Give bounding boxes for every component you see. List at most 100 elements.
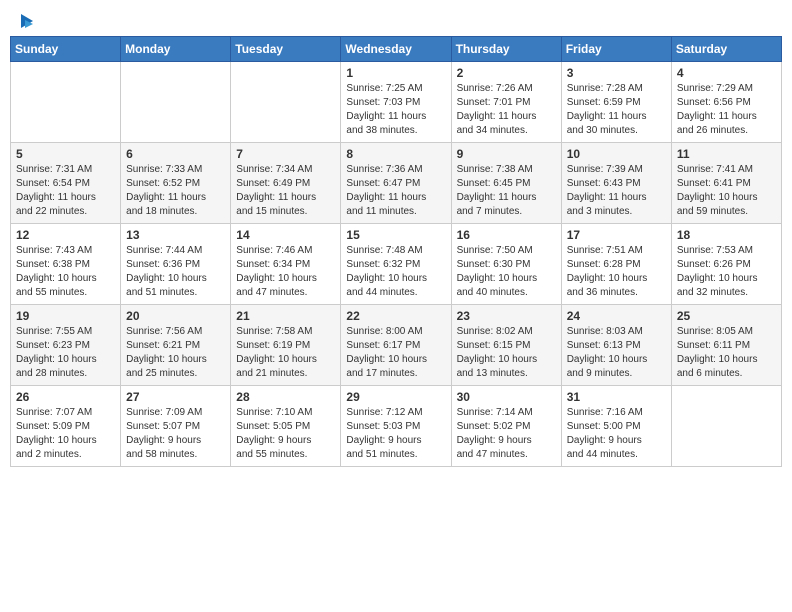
day-detail: Sunrise: 7:33 AM Sunset: 6:52 PM Dayligh… — [126, 163, 225, 219]
calendar-week-row: 5 Sunrise: 7:31 AM Sunset: 6:54 PM Daylig… — [11, 143, 782, 224]
day-number: 6 — [126, 147, 225, 161]
calendar-cell: 11Sunrise: 7:41 AM Sunset: 6:41 PM Dayli… — [671, 143, 781, 224]
calendar-cell: 24 Sunrise: 8:03 AM Sunset: 6:13 PM Dayli… — [561, 305, 671, 386]
weekday-header: Saturday — [671, 37, 781, 62]
day-detail: Sunrise: 7:50 AM Sunset: 6:30 PM Dayligh… — [457, 244, 556, 300]
calendar-cell: 1Sunrise: 7:25 AM Sunset: 7:03 PM Daylig… — [341, 62, 451, 143]
day-detail: Sunrise: 7:51 AM Sunset: 6:28 PM Dayligh… — [567, 244, 666, 300]
day-number: 18 — [677, 228, 776, 242]
calendar-cell: 26 Sunrise: 7:07 AM Sunset: 5:09 PM Dayli… — [11, 386, 121, 467]
calendar-cell: 6 Sunrise: 7:33 AM Sunset: 6:52 PM Daylig… — [121, 143, 231, 224]
calendar-cell — [671, 386, 781, 467]
calendar-cell: 2 Sunrise: 7:26 AM Sunset: 7:01 PM Daylig… — [451, 62, 561, 143]
calendar-cell: 30 Sunrise: 7:14 AM Sunset: 5:02 PM Dayli… — [451, 386, 561, 467]
day-detail: Sunrise: 7:31 AM Sunset: 6:54 PM Dayligh… — [16, 163, 115, 219]
calendar-week-row: 19 Sunrise: 7:55 AM Sunset: 6:23 PM Dayli… — [11, 305, 782, 386]
calendar-week-row: 12Sunrise: 7:43 AM Sunset: 6:38 PM Dayli… — [11, 224, 782, 305]
calendar-cell: 20Sunrise: 7:56 AM Sunset: 6:21 PM Dayli… — [121, 305, 231, 386]
weekday-header: Monday — [121, 37, 231, 62]
day-number: 29 — [346, 390, 445, 404]
calendar-cell: 27 Sunrise: 7:09 AM Sunset: 5:07 PM Dayli… — [121, 386, 231, 467]
calendar-cell: 18 Sunrise: 7:53 AM Sunset: 6:26 PM Dayli… — [671, 224, 781, 305]
day-number: 10 — [567, 147, 666, 161]
day-number: 16 — [457, 228, 556, 242]
day-detail: Sunrise: 7:28 AM Sunset: 6:59 PM Dayligh… — [567, 82, 666, 138]
calendar-cell: 29 Sunrise: 7:12 AM Sunset: 5:03 PM Dayli… — [341, 386, 451, 467]
day-number: 22 — [346, 309, 445, 323]
day-number: 26 — [16, 390, 115, 404]
day-detail: Sunrise: 7:46 AM Sunset: 6:34 PM Dayligh… — [236, 244, 335, 300]
day-detail: Sunrise: 7:07 AM Sunset: 5:09 PM Dayligh… — [16, 406, 115, 462]
day-detail: Sunrise: 7:16 AM Sunset: 5:00 PM Dayligh… — [567, 406, 666, 462]
calendar-cell: 8Sunrise: 7:36 AM Sunset: 6:47 PM Daylig… — [341, 143, 451, 224]
weekday-header: Thursday — [451, 37, 561, 62]
day-number: 28 — [236, 390, 335, 404]
day-detail: Sunrise: 7:39 AM Sunset: 6:43 PM Dayligh… — [567, 163, 666, 219]
day-detail: Sunrise: 7:34 AM Sunset: 6:49 PM Dayligh… — [236, 163, 335, 219]
weekday-header: Tuesday — [231, 37, 341, 62]
day-number: 2 — [457, 66, 556, 80]
day-detail: Sunrise: 7:26 AM Sunset: 7:01 PM Dayligh… — [457, 82, 556, 138]
calendar-week-row: 1Sunrise: 7:25 AM Sunset: 7:03 PM Daylig… — [11, 62, 782, 143]
calendar-cell: 7 Sunrise: 7:34 AM Sunset: 6:49 PM Daylig… — [231, 143, 341, 224]
day-detail: Sunrise: 8:02 AM Sunset: 6:15 PM Dayligh… — [457, 325, 556, 381]
day-number: 23 — [457, 309, 556, 323]
calendar-cell: 22 Sunrise: 8:00 AM Sunset: 6:17 PM Dayli… — [341, 305, 451, 386]
calendar-cell: 9 Sunrise: 7:38 AM Sunset: 6:45 PM Daylig… — [451, 143, 561, 224]
day-number: 4 — [677, 66, 776, 80]
day-detail: Sunrise: 7:12 AM Sunset: 5:03 PM Dayligh… — [346, 406, 445, 462]
day-detail: Sunrise: 7:38 AM Sunset: 6:45 PM Dayligh… — [457, 163, 556, 219]
day-detail: Sunrise: 8:03 AM Sunset: 6:13 PM Dayligh… — [567, 325, 666, 381]
day-number: 24 — [567, 309, 666, 323]
day-number: 30 — [457, 390, 556, 404]
day-number: 9 — [457, 147, 556, 161]
calendar-table: SundayMondayTuesdayWednesdayThursdayFrid… — [10, 36, 782, 467]
calendar-cell: 15 Sunrise: 7:48 AM Sunset: 6:32 PM Dayli… — [341, 224, 451, 305]
calendar-cell: 25 Sunrise: 8:05 AM Sunset: 6:11 PM Dayli… — [671, 305, 781, 386]
day-detail: Sunrise: 8:05 AM Sunset: 6:11 PM Dayligh… — [677, 325, 776, 381]
day-number: 15 — [346, 228, 445, 242]
weekday-header: Wednesday — [341, 37, 451, 62]
calendar-cell: 3 Sunrise: 7:28 AM Sunset: 6:59 PM Daylig… — [561, 62, 671, 143]
calendar-cell — [11, 62, 121, 143]
page-header — [10, 10, 782, 28]
calendar-cell: 5 Sunrise: 7:31 AM Sunset: 6:54 PM Daylig… — [11, 143, 121, 224]
calendar-cell — [121, 62, 231, 143]
day-detail: Sunrise: 8:00 AM Sunset: 6:17 PM Dayligh… — [346, 325, 445, 381]
day-number: 13 — [126, 228, 225, 242]
calendar-cell: 12Sunrise: 7:43 AM Sunset: 6:38 PM Dayli… — [11, 224, 121, 305]
day-number: 21 — [236, 309, 335, 323]
calendar-cell: 23 Sunrise: 8:02 AM Sunset: 6:15 PM Dayli… — [451, 305, 561, 386]
calendar-week-row: 26 Sunrise: 7:07 AM Sunset: 5:09 PM Dayli… — [11, 386, 782, 467]
logo — [14, 10, 37, 28]
day-detail: Sunrise: 7:58 AM Sunset: 6:19 PM Dayligh… — [236, 325, 335, 381]
day-number: 3 — [567, 66, 666, 80]
day-number: 27 — [126, 390, 225, 404]
day-detail: Sunrise: 7:53 AM Sunset: 6:26 PM Dayligh… — [677, 244, 776, 300]
day-number: 25 — [677, 309, 776, 323]
day-detail: Sunrise: 7:48 AM Sunset: 6:32 PM Dayligh… — [346, 244, 445, 300]
day-detail: Sunrise: 7:09 AM Sunset: 5:07 PM Dayligh… — [126, 406, 225, 462]
calendar-cell: 28 Sunrise: 7:10 AM Sunset: 5:05 PM Dayli… — [231, 386, 341, 467]
day-number: 14 — [236, 228, 335, 242]
day-detail: Sunrise: 7:29 AM Sunset: 6:56 PM Dayligh… — [677, 82, 776, 138]
calendar-cell: 14 Sunrise: 7:46 AM Sunset: 6:34 PM Dayli… — [231, 224, 341, 305]
day-detail: Sunrise: 7:55 AM Sunset: 6:23 PM Dayligh… — [16, 325, 115, 381]
day-detail: Sunrise: 7:25 AM Sunset: 7:03 PM Dayligh… — [346, 82, 445, 138]
day-detail: Sunrise: 7:14 AM Sunset: 5:02 PM Dayligh… — [457, 406, 556, 462]
day-number: 8 — [346, 147, 445, 161]
day-number: 11 — [677, 147, 776, 161]
day-number: 5 — [16, 147, 115, 161]
calendar-cell: 17 Sunrise: 7:51 AM Sunset: 6:28 PM Dayli… — [561, 224, 671, 305]
day-number: 17 — [567, 228, 666, 242]
day-detail: Sunrise: 7:10 AM Sunset: 5:05 PM Dayligh… — [236, 406, 335, 462]
calendar-cell: 16 Sunrise: 7:50 AM Sunset: 6:30 PM Dayli… — [451, 224, 561, 305]
day-number: 31 — [567, 390, 666, 404]
calendar-cell: 10 Sunrise: 7:39 AM Sunset: 6:43 PM Dayli… — [561, 143, 671, 224]
day-detail: Sunrise: 7:43 AM Sunset: 6:38 PM Dayligh… — [16, 244, 115, 300]
weekday-header-row: SundayMondayTuesdayWednesdayThursdayFrid… — [11, 37, 782, 62]
day-number: 7 — [236, 147, 335, 161]
day-detail: Sunrise: 7:56 AM Sunset: 6:21 PM Dayligh… — [126, 325, 225, 381]
day-number: 19 — [16, 309, 115, 323]
calendar-cell: 31 Sunrise: 7:16 AM Sunset: 5:00 PM Dayli… — [561, 386, 671, 467]
